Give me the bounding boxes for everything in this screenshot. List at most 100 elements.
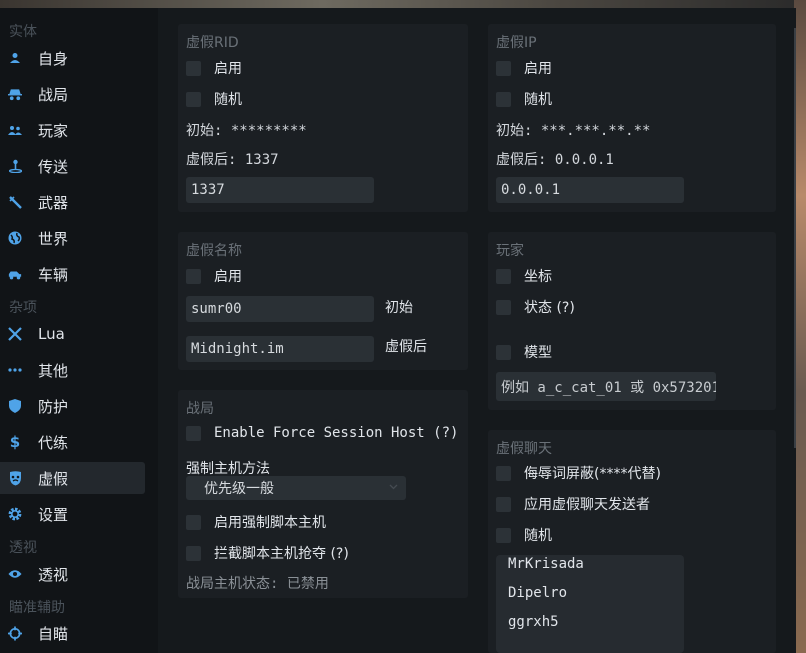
panel-title: 虚假RID [186, 35, 239, 51]
checkbox-box[interactable] [496, 60, 511, 76]
apply-sender-checkbox[interactable]: 应用虚假聊天发送者 [496, 494, 650, 514]
sidebar-item-aimbot[interactable]: 自瞄 [0, 617, 145, 649]
checkbox-box[interactable] [496, 344, 511, 360]
list-item[interactable]: ggrxh5 [508, 614, 559, 630]
sidebar-item-label: 玩家 [38, 121, 69, 140]
sidebar-item-weapons[interactable]: 武器 [0, 186, 145, 218]
sidebar-item-spoof[interactable]: 虚假 [0, 462, 145, 494]
panel-title: 虚假聊天 [496, 441, 552, 457]
checkbox-box[interactable] [186, 60, 201, 76]
sidebar-item-teleport[interactable]: 传送 [0, 150, 145, 182]
sidebar-item-label: 设置 [38, 505, 69, 524]
sidebar-item-esp[interactable]: 透视 [0, 558, 145, 590]
sidebar-item-lua[interactable]: Lua [0, 318, 145, 350]
checkbox-box[interactable] [186, 425, 201, 441]
panel-title: 虚假IP [496, 35, 537, 51]
sidebar-item-label: 自身 [38, 49, 69, 68]
checkbox-box[interactable] [186, 514, 201, 530]
sidebar-item-label: 其他 [38, 361, 69, 380]
name-enable-checkbox[interactable]: 启用 [186, 266, 242, 286]
sidebar-item-label: 自瞄 [38, 624, 69, 643]
force-session-host-checkbox[interactable]: Enable Force Session Host (?) [186, 425, 458, 441]
rid-input[interactable]: 1337 [186, 177, 374, 203]
checkbox-box[interactable] [186, 545, 201, 561]
checkbox-label: 拦截脚本主机抢夺 (?) [214, 546, 349, 562]
sidebar-item-label: 战局 [38, 85, 69, 104]
rid-spoofed-text: 虚假后: 1337 [186, 152, 279, 168]
sidebar-item-label: Lua [38, 325, 65, 343]
coords-checkbox[interactable]: 坐标 [496, 266, 552, 286]
sender-list[interactable]: MrKrisada Dipelro ggrxh5 [496, 555, 684, 653]
sidebar-item-session[interactable]: 战局 [0, 78, 145, 110]
gear-icon [8, 507, 22, 521]
force-script-host-checkbox[interactable]: 启用强制脚本主机 [186, 512, 326, 532]
player-panel: 玩家 坐标 状态 (?) 模型 例如 a_c_cat_01 或 0x573201 [488, 232, 776, 410]
profanity-filter-checkbox[interactable]: 侮辱词屏蔽(****代替) [496, 463, 661, 483]
globe-icon [8, 231, 22, 245]
checkbox-box[interactable] [186, 91, 201, 107]
spoofed-name-input[interactable]: Midnight.im [186, 336, 374, 362]
ip-enable-checkbox[interactable]: 启用 [496, 58, 552, 78]
sidebar-item-settings[interactable]: 设置 [0, 498, 145, 530]
sidebar-item-label: 防护 [38, 397, 69, 416]
ip-spoofed-text: 虚假后: 0.0.0.1 [496, 152, 614, 168]
sidebar-item-self[interactable]: 自身 [0, 42, 145, 74]
chevron-down-icon [389, 478, 398, 494]
checkbox-box[interactable] [186, 268, 201, 284]
rid-original-text: 初始: ********* [186, 123, 307, 139]
state-checkbox[interactable]: 状态 (?) [496, 297, 575, 317]
checkbox-box[interactable] [496, 496, 511, 512]
ip-input[interactable]: 0.0.0.1 [496, 177, 684, 203]
original-name-label: 初始 [385, 300, 413, 316]
sidebar-item-protection[interactable]: 防护 [0, 390, 145, 422]
checkbox-box[interactable] [496, 268, 511, 284]
content-area: 虚假RID 启用 随机 初始: ********* 虚假后: 1337 1337… [158, 8, 796, 653]
checkbox-box[interactable] [496, 299, 511, 315]
checkbox-box[interactable] [496, 91, 511, 107]
checkbox-label: 启用 [524, 61, 552, 77]
select-value: 优先级一般 [204, 481, 274, 497]
incognito-icon [8, 87, 22, 101]
session-host-status: 战局主机状态: 已禁用 [186, 576, 329, 592]
model-checkbox[interactable]: 模型 [496, 342, 552, 362]
checkbox-box[interactable] [496, 527, 511, 543]
sidebar-item-boost[interactable]: $ 代练 [0, 426, 145, 458]
model-input[interactable]: 例如 a_c_cat_01 或 0x573201 [496, 372, 716, 401]
spoof-ip-panel: 虚假IP 启用 随机 初始: ***.***.**.** 虚假后: 0.0.0.… [488, 24, 776, 212]
block-script-host-checkbox[interactable]: 拦截脚本主机抢夺 (?) [186, 543, 349, 563]
chat-random-checkbox[interactable]: 随机 [496, 525, 552, 545]
user-icon [8, 51, 22, 65]
checkbox-label: 随机 [214, 92, 242, 108]
sidebar-item-vehicle[interactable]: 车辆 [0, 258, 145, 290]
spoof-rid-panel: 虚假RID 启用 随机 初始: ********* 虚假后: 1337 1337 [178, 24, 468, 212]
rid-random-checkbox[interactable]: 随机 [186, 89, 242, 109]
host-method-select[interactable]: 优先级一般 [186, 476, 406, 500]
scrollbar[interactable] [794, 28, 796, 448]
shield-icon [8, 399, 22, 413]
tools-icon [8, 327, 22, 341]
sidebar-item-players[interactable]: 玩家 [0, 114, 145, 146]
sidebar-item-world[interactable]: 世界 [0, 222, 145, 254]
section-esp: 透视 [9, 540, 37, 556]
teleport-icon [8, 159, 22, 173]
checkbox-label: 模型 [524, 345, 552, 361]
sidebar-item-label: 代练 [38, 433, 69, 452]
panel-title: 虚假名称 [186, 243, 242, 259]
panel-title: 战局 [186, 401, 214, 417]
checkbox-label: 状态 (?) [524, 300, 575, 316]
sidebar-item-label: 世界 [38, 229, 69, 248]
menu-window: 实体 自身 战局 玩家 传送 武器 世界 车辆 杂项 Lua 其他 防护 $ 代… [0, 8, 796, 653]
mask-icon [8, 470, 22, 485]
sidebar-item-other[interactable]: 其他 [0, 354, 145, 386]
list-item[interactable]: MrKrisada [508, 556, 584, 572]
spoofed-name-label: 虚假后 [385, 339, 427, 355]
checkbox-label: 启用强制脚本主机 [214, 515, 326, 531]
section-entity: 实体 [9, 24, 37, 40]
list-item[interactable]: Dipelro [508, 585, 567, 601]
sidebar-item-label: 虚假 [38, 469, 69, 488]
checkbox-box[interactable] [496, 465, 511, 481]
ip-random-checkbox[interactable]: 随机 [496, 89, 552, 109]
rid-enable-checkbox[interactable]: 启用 [186, 58, 242, 78]
panel-title: 玩家 [496, 243, 524, 259]
original-name-input[interactable]: sumr00 [186, 296, 374, 322]
